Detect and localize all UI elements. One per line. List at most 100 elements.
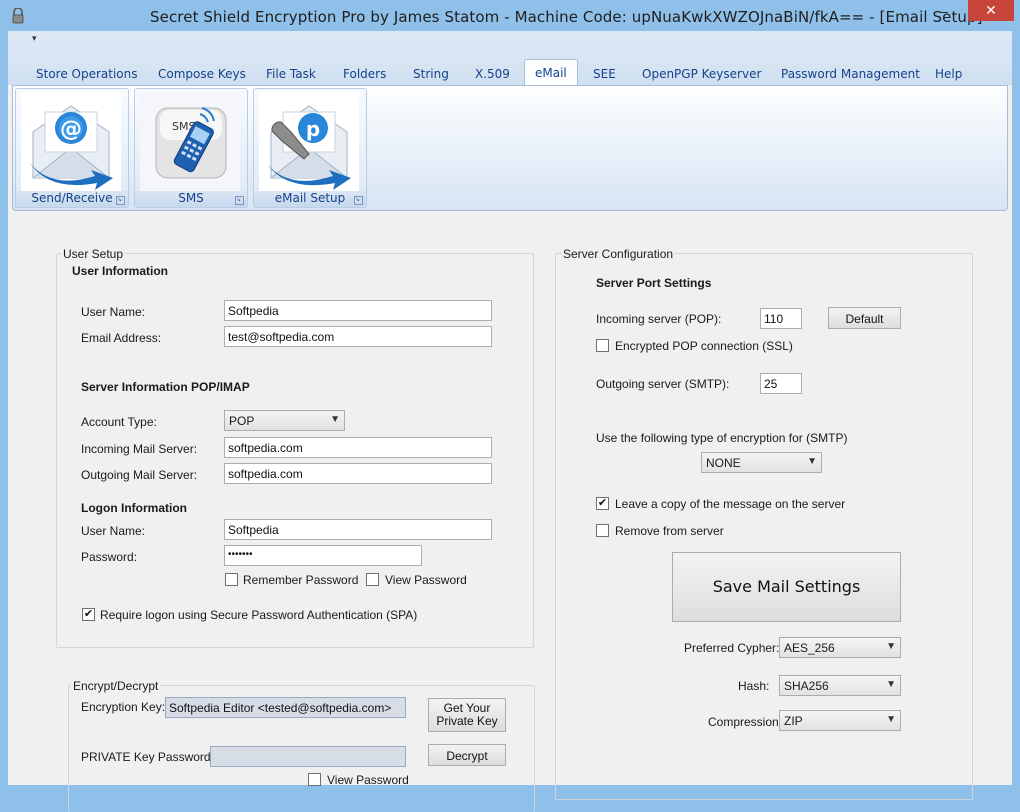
ssl-checkbox[interactable] <box>596 339 609 352</box>
encryption-key-field[interactable]: Softpedia Editor <tested@softpedia.com> <box>165 697 406 718</box>
ribbon-group-label: Send/Receive <box>16 191 128 207</box>
quick-access-toolbar: ▾ <box>8 31 1012 53</box>
close-icon[interactable]: ✕ <box>968 0 1014 21</box>
tab-openpgp-keyserver[interactable]: OpenPGP Keyserver <box>642 63 761 85</box>
logon-user-name-field[interactable]: Softpedia <box>224 519 492 540</box>
chevron-down-icon: ▼ <box>886 714 896 725</box>
incoming-mail-server-label: Incoming Mail Server: <box>81 442 198 456</box>
envelope-at-icon[interactable]: @ <box>21 92 121 192</box>
encrypt-view-password-checkbox[interactable] <box>308 773 321 786</box>
smtp-encryption-value: NONE <box>706 456 741 470</box>
incoming-server-pop-label: Incoming server (POP): <box>596 312 722 326</box>
smtp-encryption-select[interactable]: NONE ▼ <box>701 452 822 473</box>
account-type-value: POP <box>229 414 255 428</box>
hash-label: Hash: <box>738 679 770 693</box>
svg-text:@: @ <box>60 117 82 142</box>
preferred-cypher-value: AES_256 <box>784 641 835 655</box>
user-setup-title: User Setup <box>61 247 126 261</box>
tab-file-task[interactable]: File Task <box>266 63 316 85</box>
spa-label: Require logon using Secure Password Auth… <box>100 608 418 622</box>
encryption-key-label: Encryption Key: <box>81 700 166 714</box>
server-configuration-title: Server Configuration <box>561 247 676 261</box>
remove-from-server-label: Remove from server <box>615 524 724 538</box>
encrypt-view-password-label: View Password <box>327 773 409 787</box>
app-window: Secret Shield Encryption Pro by James St… <box>0 0 1020 812</box>
sms-phone-icon[interactable]: SMS <box>140 92 240 192</box>
group-launcher-icon[interactable]: ↘ <box>116 196 125 205</box>
email-address-label: Email Address: <box>81 331 162 345</box>
account-type-label: Account Type: <box>81 415 157 429</box>
email-address-field[interactable]: test@softpedia.com <box>224 326 492 347</box>
tab-x509[interactable]: X.509 <box>475 63 510 85</box>
ssl-label: Encrypted POP connection (SSL) <box>615 339 793 353</box>
logon-information-header: Logon Information <box>81 501 187 515</box>
hash-value: SHA256 <box>784 679 829 693</box>
compression-label: Compression <box>708 715 779 729</box>
chevron-down-icon: ▼ <box>330 414 340 425</box>
preferred-cypher-select[interactable]: AES_256 ▼ <box>779 637 901 658</box>
decrypt-button[interactable]: Decrypt <box>428 744 506 766</box>
chevron-down-icon: ▼ <box>886 641 896 652</box>
tab-string[interactable]: String <box>413 63 449 85</box>
outgoing-mail-server-label: Outgoing Mail Server: <box>81 468 198 482</box>
outgoing-port-field[interactable]: 25 <box>760 373 802 394</box>
default-button[interactable]: Default <box>828 307 901 329</box>
email-setup-form: User Setup User Information User Name: S… <box>8 213 1012 812</box>
envelope-settings-icon[interactable]: p <box>259 92 359 192</box>
quick-access-dropdown-icon[interactable]: ▾ <box>32 33 37 44</box>
encrypt-decrypt-title: Encrypt/Decrypt <box>71 679 161 693</box>
chevron-down-icon: ▼ <box>886 679 896 690</box>
private-key-password-label: PRIVATE Key Password: <box>81 750 214 764</box>
preferred-cypher-label: Preferred Cypher: <box>684 641 780 655</box>
minimize-icon[interactable]: – <box>930 0 958 22</box>
leave-copy-checkbox[interactable]: ✔ <box>596 497 609 510</box>
leave-copy-label: Leave a copy of the message on the serve… <box>615 497 846 511</box>
incoming-mail-server-field[interactable]: softpedia.com <box>224 437 492 458</box>
ribbon-group-label: SMS <box>135 191 247 207</box>
ribbon-panel: @ Send/Receive ↘ SMS SMS ↘ p eMail Setup… <box>12 85 1008 211</box>
tab-email[interactable]: eMail <box>524 59 578 85</box>
window-title: Secret Shield Encryption Pro by James St… <box>150 8 983 26</box>
compression-value: ZIP <box>784 714 803 728</box>
ribbon-group-email-setup[interactable]: p eMail Setup ↘ <box>253 88 367 208</box>
group-launcher-icon[interactable]: ↘ <box>354 196 363 205</box>
tab-folders[interactable]: Folders <box>343 63 386 85</box>
ribbon-group-sms[interactable]: SMS SMS ↘ <box>134 88 248 208</box>
tab-password-management[interactable]: Password Management <box>781 63 920 85</box>
view-password-label: View Password <box>385 573 467 587</box>
ribbon-group-label: eMail Setup <box>254 191 366 207</box>
password-label: Password: <box>81 550 138 564</box>
server-port-settings-header: Server Port Settings <box>596 276 712 290</box>
save-mail-settings-button[interactable]: Save Mail Settings <box>672 552 901 622</box>
tab-help[interactable]: Help <box>935 63 962 85</box>
tab-see[interactable]: SEE <box>593 63 616 85</box>
remember-password-checkbox[interactable] <box>225 573 238 586</box>
password-field[interactable]: ••••••• <box>224 545 422 566</box>
user-name-field[interactable]: Softpedia <box>224 300 492 321</box>
incoming-port-field[interactable]: 110 <box>760 308 802 329</box>
svg-text:p: p <box>306 117 320 141</box>
account-type-select[interactable]: POP ▼ <box>224 410 345 431</box>
ribbon-group-send-receive[interactable]: @ Send/Receive ↘ <box>15 88 129 208</box>
compression-select[interactable]: ZIP ▼ <box>779 710 901 731</box>
view-password-checkbox[interactable] <box>366 573 379 586</box>
hash-select[interactable]: SHA256 ▼ <box>779 675 901 696</box>
title-bar: Secret Shield Encryption Pro by James St… <box>0 0 1020 34</box>
tab-compose-keys[interactable]: Compose Keys <box>158 63 246 85</box>
client-area: ▾ Store Operations Compose Keys File Tas… <box>8 31 1012 812</box>
group-launcher-icon[interactable]: ↘ <box>235 196 244 205</box>
private-key-password-field[interactable] <box>210 746 406 767</box>
logon-user-name-label: User Name: <box>81 524 146 538</box>
app-icon[interactable] <box>10 7 26 24</box>
chevron-down-icon: ▼ <box>807 456 817 467</box>
get-private-key-button[interactable]: Get Your Private Key <box>428 698 506 732</box>
outgoing-mail-server-field[interactable]: softpedia.com <box>224 463 492 484</box>
user-name-label: User Name: <box>81 305 146 319</box>
remove-from-server-checkbox[interactable] <box>596 524 609 537</box>
server-info-header: Server Information POP/IMAP <box>81 380 250 394</box>
spa-checkbox[interactable]: ✔ <box>82 608 95 621</box>
user-information-header: User Information <box>72 264 169 278</box>
tab-store-operations[interactable]: Store Operations <box>36 63 138 85</box>
ribbon-tabstrip: Store Operations Compose Keys File Task … <box>8 53 1012 85</box>
outgoing-server-smtp-label: Outgoing server (SMTP): <box>596 377 730 391</box>
